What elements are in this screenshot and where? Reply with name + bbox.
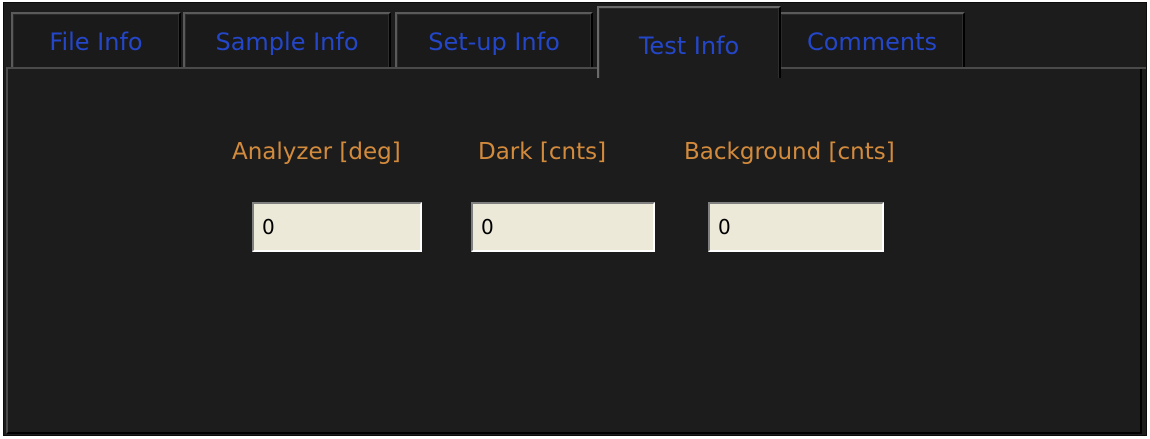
dark-label: Dark [cnts] — [478, 139, 607, 165]
analyzer-label: Analyzer [deg] — [232, 139, 401, 165]
dark-input[interactable] — [471, 202, 655, 252]
tab-divider — [6, 67, 1146, 69]
background-label: Background [cnts] — [684, 139, 895, 165]
tab-file-info[interactable]: File Info — [11, 12, 181, 72]
background-input[interactable] — [708, 202, 884, 252]
analyzer-input[interactable] — [252, 202, 422, 252]
tab-setup-info[interactable]: Set-up Info — [395, 12, 593, 72]
test-info-panel: Analyzer [deg] Dark [cnts] Background [c… — [6, 69, 1142, 434]
tab-comments[interactable]: Comments — [779, 12, 965, 72]
tab-strip: File Info Sample Info Set-up Info Test I… — [5, 6, 1145, 78]
tab-sample-info[interactable]: Sample Info — [183, 12, 391, 72]
tab-test-info[interactable]: Test Info — [597, 6, 781, 78]
